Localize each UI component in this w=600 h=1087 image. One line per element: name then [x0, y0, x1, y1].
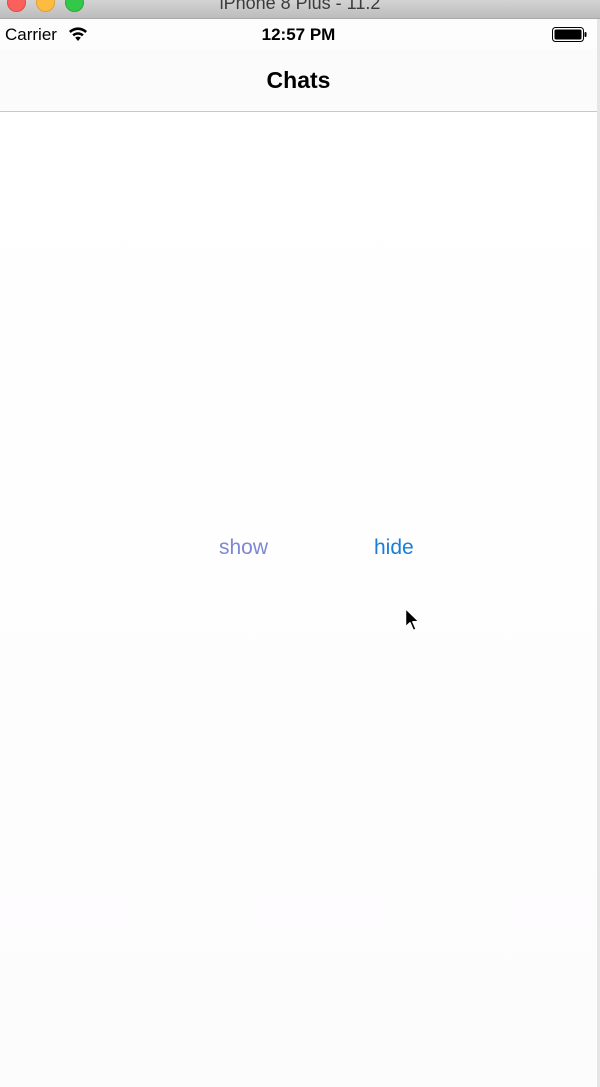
show-button[interactable]: show — [219, 536, 268, 560]
main-content: show hide — [0, 112, 597, 1087]
simulator-title-bar: iPhone 8 Plus - 11.2 — [0, 0, 600, 19]
page-title: Chats — [266, 67, 331, 93]
mouse-pointer-icon — [404, 607, 420, 632]
status-time: 12:57 PM — [261, 25, 336, 44]
navigation-bar: Chats — [0, 49, 597, 112]
iphone-screen: Carrier 12:57 PM Chats show hide — [0, 19, 597, 1087]
window-title: iPhone 8 Plus - 11.2 — [219, 0, 381, 13]
hide-button[interactable]: hide — [374, 536, 414, 560]
status-bar: Carrier 12:57 PM — [0, 19, 597, 49]
battery-icon — [552, 27, 587, 42]
